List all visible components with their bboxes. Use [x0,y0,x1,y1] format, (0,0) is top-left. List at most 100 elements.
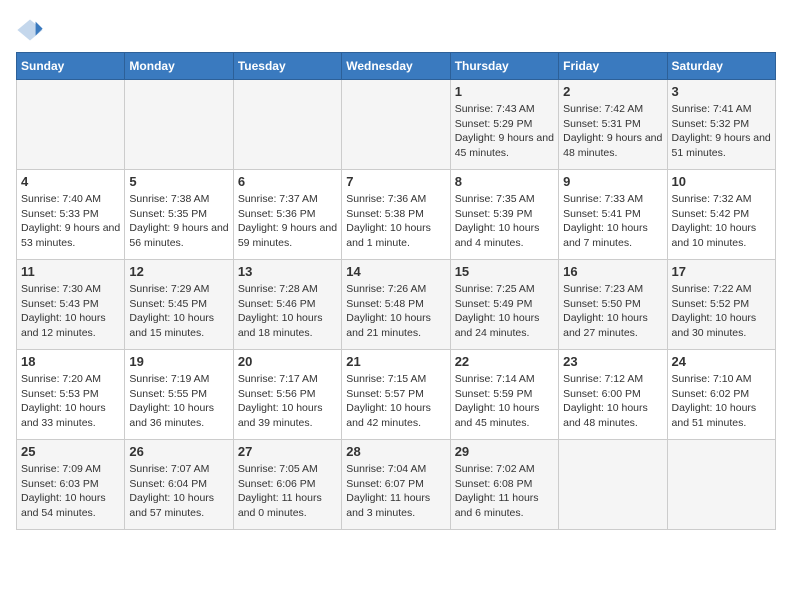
day-info: Sunrise: 7:35 AM Sunset: 5:39 PM Dayligh… [455,192,554,251]
logo-icon [16,16,44,44]
day-info: Sunrise: 7:22 AM Sunset: 5:52 PM Dayligh… [672,282,771,341]
day-number: 14 [346,264,445,279]
calendar-cell: 12 Sunrise: 7:29 AM Sunset: 5:45 PM Dayli… [125,260,233,350]
calendar-cell: 19Sunrise: 7:19 AM Sunset: 5:55 PM Dayli… [125,350,233,440]
day-number: 13 [238,264,337,279]
calendar-cell: 17 Sunrise: 7:22 AM Sunset: 5:52 PM Dayli… [667,260,775,350]
day-info: Sunrise: 7:20 AM Sunset: 5:53 PM Dayligh… [21,372,120,431]
day-info: Sunrise: 7:43 AM Sunset: 5:29 PM Dayligh… [455,102,554,161]
calendar-cell: 22 Sunrise: 7:14 AM Sunset: 5:59 PM Dayli… [450,350,558,440]
day-info: Sunrise: 7:32 AM Sunset: 5:42 PM Dayligh… [672,192,771,251]
calendar-cell: 3 Sunrise: 7:41 AM Sunset: 5:32 PM Daylig… [667,80,775,170]
day-info: Sunrise: 7:12 AM Sunset: 6:00 PM Dayligh… [563,372,662,431]
page-header [16,16,776,44]
calendar-week-row: 1 Sunrise: 7:43 AM Sunset: 5:29 PM Daylig… [17,80,776,170]
day-info: Sunrise: 7:41 AM Sunset: 5:32 PM Dayligh… [672,102,771,161]
day-info: Sunrise: 7:19 AM Sunset: 5:55 PM Dayligh… [129,372,228,431]
calendar-cell [233,80,341,170]
day-number: 10 [672,174,771,189]
day-info: Sunrise: 7:04 AM Sunset: 6:07 PM Dayligh… [346,462,445,521]
calendar-cell: 27Sunrise: 7:05 AM Sunset: 6:06 PM Dayli… [233,440,341,530]
day-info: Sunrise: 7:25 AM Sunset: 5:49 PM Dayligh… [455,282,554,341]
calendar-cell [342,80,450,170]
day-number: 9 [563,174,662,189]
calendar-body: 1 Sunrise: 7:43 AM Sunset: 5:29 PM Daylig… [17,80,776,530]
calendar-cell: 11 Sunrise: 7:30 AM Sunset: 5:43 PM Dayli… [17,260,125,350]
day-info: Sunrise: 7:28 AM Sunset: 5:46 PM Dayligh… [238,282,337,341]
day-number: 1 [455,84,554,99]
day-number: 11 [21,264,120,279]
day-info: Sunrise: 7:33 AM Sunset: 5:41 PM Dayligh… [563,192,662,251]
day-number: 5 [129,174,228,189]
calendar-cell: 2 Sunrise: 7:42 AM Sunset: 5:31 PM Daylig… [559,80,667,170]
day-number: 3 [672,84,771,99]
day-number: 26 [129,444,228,459]
day-number: 2 [563,84,662,99]
calendar-cell: 13 Sunrise: 7:28 AM Sunset: 5:46 PM Dayli… [233,260,341,350]
day-info: Sunrise: 7:07 AM Sunset: 6:04 PM Dayligh… [129,462,228,521]
day-number: 29 [455,444,554,459]
calendar-cell [125,80,233,170]
day-info: Sunrise: 7:02 AM Sunset: 6:08 PM Dayligh… [455,462,554,521]
day-number: 23 [563,354,662,369]
calendar-cell: 18 Sunrise: 7:20 AM Sunset: 5:53 PM Dayli… [17,350,125,440]
day-info: Sunrise: 7:36 AM Sunset: 5:38 PM Dayligh… [346,192,445,251]
day-info: Sunrise: 7:17 AM Sunset: 5:56 PM Dayligh… [238,372,337,431]
logo [16,16,48,44]
day-number: 6 [238,174,337,189]
day-number: 28 [346,444,445,459]
day-info: Sunrise: 7:38 AM Sunset: 5:35 PM Dayligh… [129,192,228,251]
day-info: Sunrise: 7:09 AM Sunset: 6:03 PM Dayligh… [21,462,120,521]
calendar-cell: 15 Sunrise: 7:25 AM Sunset: 5:49 PM Dayli… [450,260,558,350]
day-info: Sunrise: 7:29 AM Sunset: 5:45 PM Dayligh… [129,282,228,341]
day-info: Sunrise: 7:40 AM Sunset: 5:33 PM Dayligh… [21,192,120,251]
day-number: 22 [455,354,554,369]
calendar-cell: 5 Sunrise: 7:38 AM Sunset: 5:35 PM Daylig… [125,170,233,260]
day-number: 20 [238,354,337,369]
day-number: 21 [346,354,445,369]
calendar-cell: 7 Sunrise: 7:36 AM Sunset: 5:38 PM Daylig… [342,170,450,260]
calendar-cell: 4 Sunrise: 7:40 AM Sunset: 5:33 PM Daylig… [17,170,125,260]
calendar-header: SundayMondayTuesdayWednesdayThursdayFrid… [17,53,776,80]
calendar-cell [17,80,125,170]
calendar-week-row: 18 Sunrise: 7:20 AM Sunset: 5:53 PM Dayli… [17,350,776,440]
calendar-cell: 8 Sunrise: 7:35 AM Sunset: 5:39 PM Daylig… [450,170,558,260]
calendar-week-row: 11 Sunrise: 7:30 AM Sunset: 5:43 PM Dayli… [17,260,776,350]
calendar-cell [667,440,775,530]
day-info: Sunrise: 7:23 AM Sunset: 5:50 PM Dayligh… [563,282,662,341]
day-info: Sunrise: 7:10 AM Sunset: 6:02 PM Dayligh… [672,372,771,431]
calendar-week-row: 4 Sunrise: 7:40 AM Sunset: 5:33 PM Daylig… [17,170,776,260]
day-number: 8 [455,174,554,189]
day-info: Sunrise: 7:26 AM Sunset: 5:48 PM Dayligh… [346,282,445,341]
day-number: 15 [455,264,554,279]
calendar-day-header: Monday [125,53,233,80]
day-number: 25 [21,444,120,459]
calendar-day-header: Friday [559,53,667,80]
calendar-cell: 1 Sunrise: 7:43 AM Sunset: 5:29 PM Daylig… [450,80,558,170]
calendar-cell: 26 Sunrise: 7:07 AM Sunset: 6:04 PM Dayli… [125,440,233,530]
calendar-cell: 14 Sunrise: 7:26 AM Sunset: 5:48 PM Dayli… [342,260,450,350]
calendar-day-header: Wednesday [342,53,450,80]
calendar-cell: 23 Sunrise: 7:12 AM Sunset: 6:00 PM Dayli… [559,350,667,440]
day-number: 17 [672,264,771,279]
day-number: 12 [129,264,228,279]
calendar-day-header: Saturday [667,53,775,80]
calendar-cell: 9 Sunrise: 7:33 AM Sunset: 5:41 PM Daylig… [559,170,667,260]
day-number: 18 [21,354,120,369]
day-number: 4 [21,174,120,189]
calendar-cell [559,440,667,530]
day-number: 24 [672,354,771,369]
calendar-table: SundayMondayTuesdayWednesdayThursdayFrid… [16,52,776,530]
day-number: 7 [346,174,445,189]
day-info: Sunrise: 7:14 AM Sunset: 5:59 PM Dayligh… [455,372,554,431]
day-number: 16 [563,264,662,279]
day-info: Sunrise: 7:30 AM Sunset: 5:43 PM Dayligh… [21,282,120,341]
day-info: Sunrise: 7:05 AM Sunset: 6:06 PM Dayligh… [238,462,337,521]
calendar-day-header: Tuesday [233,53,341,80]
day-info: Sunrise: 7:15 AM Sunset: 5:57 PM Dayligh… [346,372,445,431]
calendar-day-header: Sunday [17,53,125,80]
calendar-day-header: Thursday [450,53,558,80]
day-info: Sunrise: 7:37 AM Sunset: 5:36 PM Dayligh… [238,192,337,251]
day-info: Sunrise: 7:42 AM Sunset: 5:31 PM Dayligh… [563,102,662,161]
calendar-cell: 29 Sunrise: 7:02 AM Sunset: 6:08 PM Dayli… [450,440,558,530]
